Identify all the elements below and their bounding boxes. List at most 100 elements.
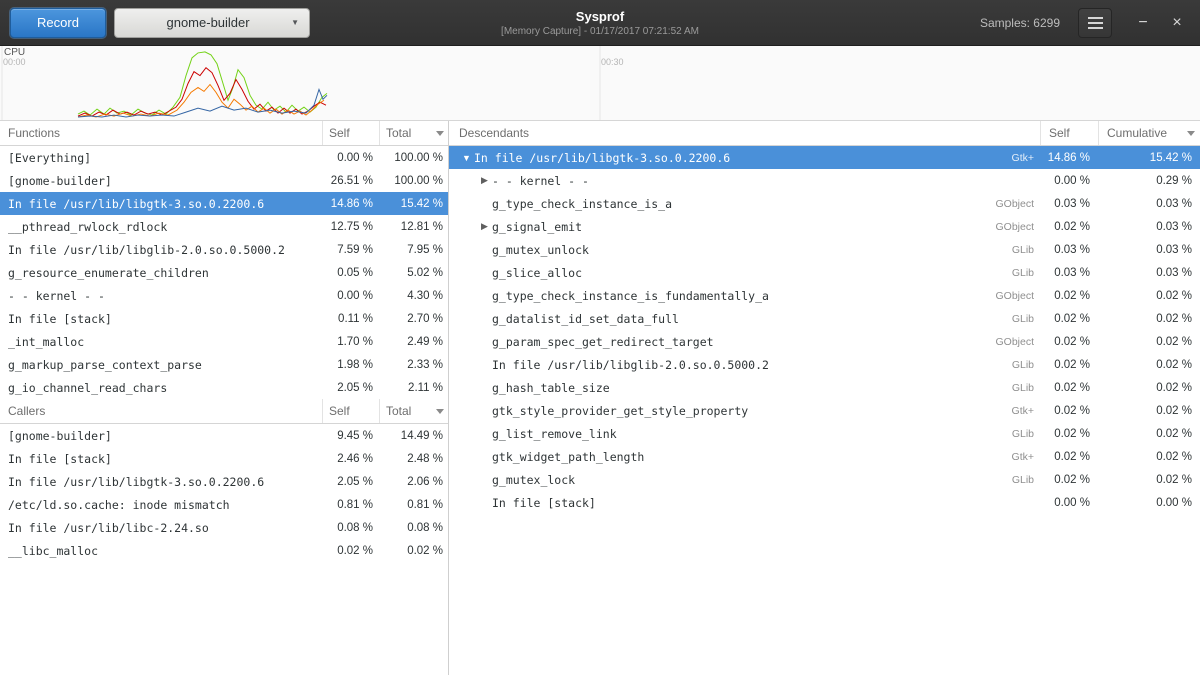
descendants-cumulative-column-header[interactable]: Cumulative <box>1098 121 1200 145</box>
self-percent: 0.02 % <box>1040 428 1098 440</box>
cumulative-percent: 0.02 % <box>1098 474 1200 486</box>
function-row[interactable]: [gnome-builder]26.51 %100.00 % <box>0 169 448 192</box>
function-name: In file /usr/lib/libgtk-3.so.0.2200.6 <box>0 475 322 489</box>
function-row[interactable]: In file /usr/lib/libglib-2.0.so.0.5000.2… <box>0 238 448 261</box>
descendants-column-header[interactable]: Descendants <box>449 121 1040 145</box>
caller-row[interactable]: In file /usr/lib/libc-2.24.so0.08 %0.08 … <box>0 516 448 539</box>
descendant-name: In file /usr/lib/libglib-2.0.so.0.5000.2 <box>492 358 769 372</box>
function-name: g_markup_parse_context_parse <box>0 358 322 372</box>
descendants-self-column-header[interactable]: Self <box>1040 121 1098 145</box>
library-category-label: GObject <box>970 336 1040 348</box>
total-percent: 5.02 % <box>379 267 448 279</box>
left-pane: Functions Self Total [Everything]0.00 %1… <box>0 121 448 675</box>
descendant-name: g_type_check_instance_is_fundamentally_a <box>492 289 769 303</box>
cumulative-percent: 0.02 % <box>1098 290 1200 302</box>
function-name: In file [stack] <box>0 312 322 326</box>
cumulative-percent: 0.03 % <box>1098 267 1200 279</box>
header-bar: Sysprof [Memory Capture] - 01/17/2017 07… <box>0 0 1200 46</box>
function-row[interactable]: g_markup_parse_context_parse1.98 %2.33 % <box>0 353 448 376</box>
hamburger-icon <box>1088 17 1103 19</box>
library-category-label: GLib <box>970 382 1040 394</box>
self-percent: 0.00 % <box>322 152 379 164</box>
descendant-row[interactable]: In file [stack]0.00 %0.00 % <box>449 491 1200 514</box>
descendant-row[interactable]: g_mutex_unlockGLib0.03 %0.03 % <box>449 238 1200 261</box>
cumulative-percent: 0.02 % <box>1098 405 1200 417</box>
functions-column-header[interactable]: Functions <box>0 121 322 145</box>
descendant-name-cell: gtk_style_provider_get_style_property <box>449 404 970 418</box>
descendant-row[interactable]: In file /usr/lib/libglib-2.0.so.0.5000.2… <box>449 353 1200 376</box>
self-percent: 0.08 % <box>322 522 379 534</box>
callers-column-header[interactable]: Callers <box>0 399 322 423</box>
caller-row[interactable]: __libc_malloc0.02 %0.02 % <box>0 539 448 562</box>
callers-self-column-header[interactable]: Self <box>322 399 379 423</box>
descendant-row[interactable]: gtk_style_provider_get_style_property Gtk… <box>449 399 1200 422</box>
total-percent: 4.30 % <box>379 290 448 302</box>
descendant-name: g_datalist_id_set_data_full <box>492 312 679 326</box>
function-name: - - kernel - - <box>0 289 322 303</box>
descendant-row[interactable]: g_param_spec_get_redirect_targetGObject0… <box>449 330 1200 353</box>
self-percent: 12.75 % <box>322 221 379 233</box>
cpu-graph[interactable]: CPU 00:0000:30 <box>0 46 1200 121</box>
descendant-name-cell: g_hash_table_size <box>449 381 970 395</box>
close-icon: × <box>1172 14 1181 32</box>
descendant-name: gtk_style_provider_get_style_property <box>492 404 748 418</box>
library-category-label: GObject <box>970 221 1040 233</box>
function-row[interactable]: g_io_channel_read_chars2.05 %2.11 % <box>0 376 448 399</box>
self-percent: 0.02 % <box>322 545 379 557</box>
function-name: [Everything] <box>0 151 322 165</box>
self-percent: 1.98 % <box>322 359 379 371</box>
functions-total-column-header[interactable]: Total <box>379 121 448 145</box>
process-selector-dropdown[interactable]: gnome-builder ▼ <box>114 8 310 38</box>
caller-row[interactable]: In file [stack]2.46 %2.48 % <box>0 447 448 470</box>
self-percent: 0.11 % <box>322 313 379 325</box>
descendant-row[interactable]: ▶g_signal_emitGObject0.02 %0.03 % <box>449 215 1200 238</box>
function-row[interactable]: In file [stack]0.11 %2.70 % <box>0 307 448 330</box>
total-percent: 2.49 % <box>379 336 448 348</box>
function-row[interactable]: - - kernel - -0.00 %4.30 % <box>0 284 448 307</box>
record-button[interactable]: Record <box>10 8 106 38</box>
chevron-down-icon: ▼ <box>291 18 299 27</box>
callers-total-column-header[interactable]: Total <box>379 399 448 423</box>
descendant-row[interactable]: g_type_check_instance_is_aGObject0.03 %0… <box>449 192 1200 215</box>
descendant-row[interactable]: ▶- - kernel - -0.00 %0.29 % <box>449 169 1200 192</box>
descendant-row[interactable]: g_hash_table_sizeGLib0.02 %0.02 % <box>449 376 1200 399</box>
descendant-row[interactable]: g_list_remove_linkGLib0.02 %0.02 % <box>449 422 1200 445</box>
descendant-name: g_hash_table_size <box>492 381 610 395</box>
caller-row[interactable]: [gnome-builder]9.45 %14.49 % <box>0 424 448 447</box>
caller-row[interactable]: In file /usr/lib/libgtk-3.so.0.2200.62.0… <box>0 470 448 493</box>
cumulative-percent: 0.03 % <box>1098 221 1200 233</box>
function-row[interactable]: g_resource_enumerate_children0.05 %5.02 … <box>0 261 448 284</box>
functions-self-column-header[interactable]: Self <box>322 121 379 145</box>
library-category-label: Gtk+ <box>970 451 1040 463</box>
self-percent: 0.03 % <box>1040 267 1098 279</box>
expander-closed-icon[interactable]: ▶ <box>477 221 492 232</box>
function-row[interactable]: [Everything]0.00 %100.00 % <box>0 146 448 169</box>
self-percent: 2.46 % <box>322 453 379 465</box>
menu-button[interactable] <box>1078 8 1112 38</box>
expander-open-icon[interactable]: ▼ <box>459 153 474 163</box>
library-category-label: Gtk+ <box>970 405 1040 417</box>
descendant-row[interactable]: g_type_check_instance_is_fundamentally_a… <box>449 284 1200 307</box>
self-percent: 0.00 % <box>1040 175 1098 187</box>
function-row[interactable]: _int_malloc1.70 %2.49 % <box>0 330 448 353</box>
close-button[interactable]: × <box>1164 8 1190 38</box>
function-name: In file /usr/lib/libglib-2.0.so.0.5000.2 <box>0 243 322 257</box>
descendant-row[interactable]: g_mutex_lockGLib0.02 %0.02 % <box>449 468 1200 491</box>
function-name: /etc/ld.so.cache: inode mismatch <box>0 498 322 512</box>
library-category-label: GLib <box>970 359 1040 371</box>
descendant-row[interactable]: g_slice_allocGLib0.03 %0.03 % <box>449 261 1200 284</box>
total-percent: 15.42 % <box>379 198 448 210</box>
function-name: g_resource_enumerate_children <box>0 266 322 280</box>
minimize-button[interactable]: − <box>1130 8 1156 38</box>
caller-row[interactable]: /etc/ld.so.cache: inode mismatch0.81 %0.… <box>0 493 448 516</box>
function-row[interactable]: __pthread_rwlock_rdlock12.75 %12.81 % <box>0 215 448 238</box>
library-category-label: GLib <box>970 244 1040 256</box>
function-row[interactable]: In file /usr/lib/libgtk-3.so.0.2200.614.… <box>0 192 448 215</box>
descendant-row[interactable]: g_datalist_id_set_data_fullGLib0.02 %0.0… <box>449 307 1200 330</box>
descendant-name-cell: ▶- - kernel - - <box>449 174 970 188</box>
self-percent: 0.00 % <box>322 290 379 302</box>
descendant-row[interactable]: gtk_widget_path_lengthGtk+0.02 %0.02 % <box>449 445 1200 468</box>
expander-closed-icon[interactable]: ▶ <box>477 175 492 186</box>
descendant-row[interactable]: ▼In file /usr/lib/libgtk-3.so.0.2200.6Gt… <box>449 146 1200 169</box>
time-axis-label: 00:30 <box>601 57 624 67</box>
